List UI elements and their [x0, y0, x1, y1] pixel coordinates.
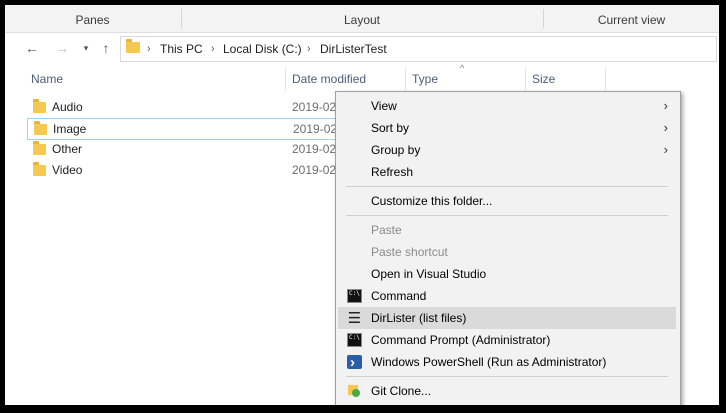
- menu-item-customize-folder[interactable]: Customize this folder...: [338, 190, 676, 212]
- file-date: 2019-02-: [292, 163, 341, 177]
- column-header-size[interactable]: Size: [532, 71, 555, 93]
- command-prompt-icon: [347, 289, 362, 303]
- explorer-window: Panes Layout Current view ← → ▾ ↑ › This…: [5, 5, 719, 405]
- list-item-selected[interactable]: Image 2019-02-: [27, 118, 349, 140]
- menu-item-label: Paste: [371, 223, 402, 237]
- powershell-icon: [347, 352, 362, 374]
- command-prompt-icon: [347, 333, 362, 347]
- back-button[interactable]: ←: [23, 39, 41, 57]
- chevron-down-icon: ▾: [83, 43, 89, 53]
- column-header-date-modified[interactable]: Date modified: [292, 71, 366, 93]
- git-clone-icon: [347, 384, 362, 398]
- menu-item-label: Windows PowerShell (Run as Administrator…: [371, 355, 607, 369]
- list-item[interactable]: Video 2019-02-: [27, 160, 347, 180]
- menu-item-git-clone[interactable]: Git Clone...: [338, 380, 676, 402]
- menu-item-label: Command Prompt (Administrator): [371, 333, 551, 347]
- chevron-right-icon[interactable]: ›: [147, 41, 151, 57]
- chevron-right-icon: ›: [663, 120, 668, 135]
- navigation-bar: ← → ▾ ↑ › This PC › Local Disk (C:) › Di…: [5, 33, 719, 63]
- menu-item-sort-by[interactable]: Sort by ›: [338, 117, 676, 139]
- column-header-type[interactable]: Type: [412, 71, 438, 93]
- ribbon: Panes Layout Current view: [5, 5, 719, 33]
- menu-item-paste[interactable]: Paste: [338, 219, 676, 241]
- context-menu: View › Sort by › Group by › Refresh Cust…: [335, 91, 681, 405]
- file-date: 2019-02-: [292, 100, 341, 114]
- breadcrumb-this-pc[interactable]: This PC: [160, 41, 203, 57]
- file-date: 2019-02-: [293, 122, 342, 136]
- menu-item-label: Open in Visual Studio: [371, 267, 487, 281]
- folder-icon: [126, 39, 140, 53]
- folder-icon: [33, 99, 46, 113]
- menu-item-view[interactable]: View ›: [338, 95, 676, 117]
- forward-button[interactable]: →: [53, 39, 71, 57]
- menu-item-label: Refresh: [371, 165, 414, 179]
- list-item[interactable]: Audio 2019-02-: [27, 97, 347, 117]
- file-name: Video: [52, 163, 83, 177]
- menu-separator: [346, 215, 668, 216]
- menu-item-paste-shortcut[interactable]: Paste shortcut: [338, 241, 676, 263]
- address-bar[interactable]: › This PC › Local Disk (C:) › DirListerT…: [120, 36, 717, 62]
- ribbon-group-layout[interactable]: Layout: [182, 5, 542, 32]
- menu-item-group-by[interactable]: Group by ›: [338, 139, 676, 161]
- column-divider[interactable]: [285, 67, 286, 91]
- folder-icon: [33, 141, 46, 155]
- list-icon: ☰: [347, 309, 362, 327]
- menu-item-label: Git Clone...: [371, 384, 432, 398]
- list-item[interactable]: Other 2019-02-: [27, 139, 347, 159]
- file-name: Audio: [52, 100, 83, 114]
- chevron-right-icon[interactable]: ›: [211, 41, 215, 57]
- menu-item-refresh[interactable]: Refresh: [338, 161, 676, 183]
- file-date: 2019-02-: [292, 142, 341, 156]
- menu-item-label: Sort by: [371, 121, 410, 135]
- up-button[interactable]: ↑: [97, 39, 115, 57]
- folder-icon: [34, 121, 47, 135]
- menu-item-label: DirLister (list files): [371, 311, 467, 325]
- menu-item-label: Customize this folder...: [371, 194, 493, 208]
- menu-item-label: Group by: [371, 143, 421, 157]
- menu-item-label: View: [371, 99, 397, 113]
- sort-indicator-icon: ^: [460, 63, 465, 73]
- recent-locations-button[interactable]: ▾: [77, 39, 95, 57]
- breadcrumb-dirlistertest[interactable]: DirListerTest: [320, 41, 387, 57]
- menu-item-label: Paste shortcut: [371, 245, 448, 259]
- arrow-up-icon: ↑: [102, 40, 110, 56]
- file-name: Other: [52, 142, 83, 156]
- menu-separator: [346, 186, 668, 187]
- arrow-left-icon: ←: [25, 40, 39, 56]
- menu-item-open-in-visual-studio[interactable]: Open in Visual Studio: [338, 263, 676, 285]
- menu-item-command[interactable]: Command: [338, 285, 676, 307]
- file-name: Image: [53, 122, 87, 136]
- chevron-right-icon: ›: [663, 142, 668, 157]
- menu-item-powershell-admin[interactable]: Windows PowerShell (Run as Administrator…: [338, 351, 676, 374]
- menu-item-label: Command: [371, 289, 427, 303]
- menu-item-dirlister[interactable]: ☰ DirLister (list files): [338, 307, 676, 329]
- chevron-right-icon: ›: [663, 98, 668, 113]
- breadcrumb-local-disk[interactable]: Local Disk (C:): [223, 41, 302, 57]
- column-header-name[interactable]: Name: [31, 71, 63, 93]
- chevron-right-icon[interactable]: ›: [307, 41, 311, 57]
- ribbon-group-current-view[interactable]: Current view: [544, 5, 719, 32]
- menu-separator: [346, 376, 668, 377]
- column-divider[interactable]: [525, 67, 526, 91]
- arrow-right-icon: →: [55, 40, 69, 56]
- menu-item-command-prompt-admin[interactable]: Command Prompt (Administrator): [338, 329, 676, 351]
- column-divider[interactable]: [405, 67, 406, 91]
- ribbon-group-panes[interactable]: Panes: [5, 5, 180, 32]
- folder-icon: [33, 162, 46, 176]
- column-divider[interactable]: [605, 67, 606, 91]
